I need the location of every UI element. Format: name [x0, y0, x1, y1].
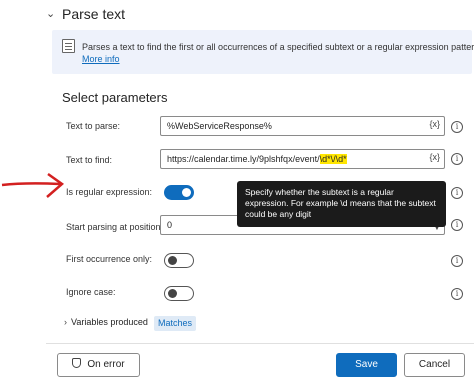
toggle-knob [168, 289, 177, 298]
document-icon [62, 39, 75, 53]
text-to-parse-input[interactable]: %WebServiceResponse% {x} [160, 116, 445, 136]
dialog-header: ⌄ Parse text [0, 0, 474, 30]
ignore-case-toggle[interactable] [164, 286, 194, 301]
more-info-link[interactable]: More info [82, 54, 120, 64]
first-occurrence-label: First occurrence only: [66, 254, 153, 264]
toggle-knob [182, 188, 191, 197]
cancel-button[interactable]: Cancel [404, 353, 465, 377]
variable-picker-button[interactable]: {x} [429, 152, 440, 162]
text-to-find-value: https://calendar.time.ly/9plshfqx/event/… [167, 154, 347, 164]
footer-divider [46, 343, 474, 344]
text-to-find-input[interactable]: https://calendar.time.ly/9plshfqx/event/… [160, 149, 445, 169]
section-title: Select parameters [62, 90, 168, 105]
text-to-parse-value: %WebServiceResponse% [167, 121, 272, 131]
matches-variable-badge[interactable]: Matches [154, 316, 197, 331]
shield-icon [72, 358, 82, 368]
info-icon[interactable]: i [451, 153, 463, 165]
text-to-find-prefix: https://calendar.time.ly/9plshfqx/event/ [167, 154, 320, 164]
variables-produced-label: Variables produced [71, 317, 148, 327]
info-icon[interactable]: i [451, 121, 463, 133]
on-error-label: On error [87, 359, 125, 370]
on-error-button[interactable]: On error [57, 353, 140, 377]
dialog-title: Parse text [62, 6, 126, 22]
first-occurrence-toggle[interactable] [164, 253, 194, 268]
chevron-down-icon[interactable]: ⌄ [46, 7, 55, 20]
ignore-case-label: Ignore case: [66, 287, 116, 297]
variable-picker-button[interactable]: {x} [429, 119, 440, 129]
is-regex-label: Is regular expression: [66, 187, 153, 197]
regex-tooltip: Specify whether the subtext is a regular… [237, 181, 446, 227]
info-icon[interactable]: i [451, 219, 463, 231]
start-position-label: Start parsing at position: [66, 222, 164, 232]
chevron-right-icon: › [64, 317, 67, 327]
info-icon[interactable]: i [451, 255, 463, 267]
text-to-find-highlight: \d*\/\d* [319, 154, 347, 164]
annotation-arrow [1, 172, 65, 198]
text-to-parse-label: Text to parse: [66, 121, 121, 131]
text-to-find-label: Text to find: [66, 155, 113, 165]
start-position-value: 0 [167, 220, 173, 230]
toggle-knob [168, 256, 177, 265]
variables-produced-toggle[interactable]: › Variables produced [64, 317, 148, 327]
info-banner: Parses a text to find the first or all o… [52, 30, 474, 74]
info-description: Parses a text to find the first or all o… [82, 42, 474, 52]
info-icon[interactable]: i [451, 288, 463, 300]
save-button[interactable]: Save [336, 353, 397, 377]
is-regex-toggle[interactable] [164, 185, 194, 200]
info-icon[interactable]: i [451, 187, 463, 199]
